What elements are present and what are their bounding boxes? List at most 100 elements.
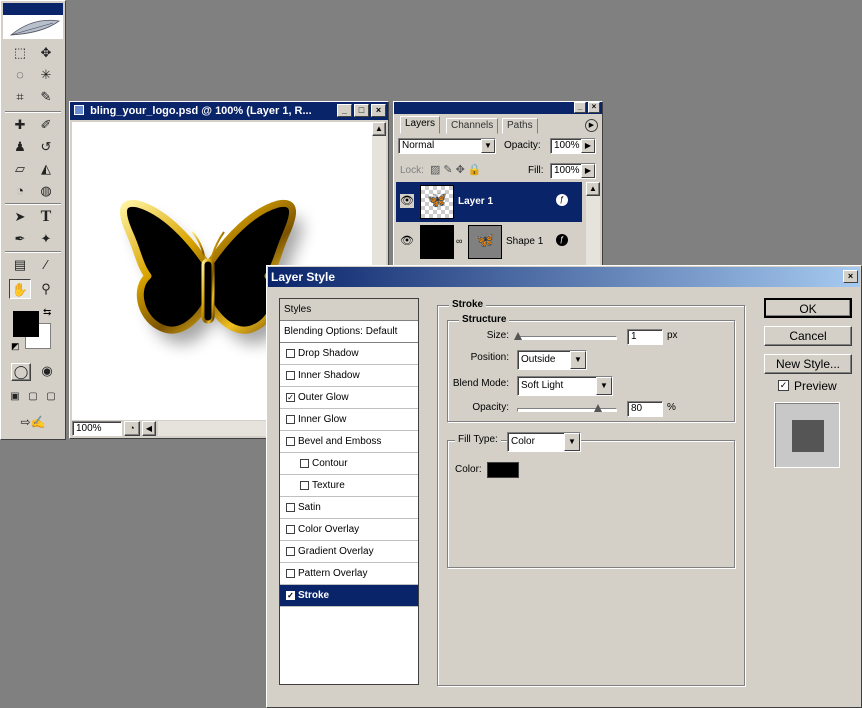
style-item-stroke[interactable]: ✓ Stroke — [280, 585, 418, 607]
layer-opacity-field[interactable]: 100% ▶ — [550, 138, 596, 154]
size-slider-handle[interactable] — [514, 332, 522, 340]
standard-mode-icon[interactable]: ◯ — [11, 363, 31, 381]
dialog-close-button[interactable]: × — [843, 270, 858, 283]
layer-row-layer-1[interactable]: 👁 🦋 Layer 1 ƒ — [396, 182, 582, 222]
brush-tool-icon[interactable]: ✐ — [35, 115, 57, 135]
layers-scrollbar[interactable]: ▲ — [586, 182, 600, 266]
palette-menu-icon[interactable]: ▶ — [585, 119, 598, 132]
position-select[interactable]: Outside ▼ — [517, 350, 587, 370]
crop-tool-icon[interactable]: ⌗ — [9, 87, 31, 107]
jump-to-imageready-icon[interactable]: ⇨✍ — [11, 413, 55, 431]
size-field[interactable]: 1 — [627, 329, 663, 345]
style-item-checkbox[interactable] — [286, 349, 295, 358]
stroke-blend-mode-select[interactable]: Soft Light ▼ — [517, 376, 613, 396]
stroke-opacity-field[interactable]: 80 — [627, 401, 663, 417]
cancel-button[interactable]: Cancel — [764, 326, 852, 346]
palette-minimize-button[interactable]: _ — [574, 102, 586, 113]
style-item-pattern-overlay[interactable]: Pattern Overlay — [280, 563, 418, 585]
paint-bucket-tool-icon[interactable]: ◭ — [35, 159, 57, 179]
document-title-bar[interactable]: bling_your_logo.psd @ 100% (Layer 1, R..… — [70, 102, 388, 120]
eyedropper-tool-icon[interactable]: ⁄ — [35, 255, 57, 275]
opacity-slider[interactable] — [517, 404, 617, 412]
lock-icons[interactable]: ▨✎✥🔒 — [430, 163, 485, 176]
style-item-checkbox[interactable] — [286, 525, 295, 534]
preview-checkbox[interactable]: ✓ — [778, 380, 789, 391]
new-style-button[interactable]: New Style... — [764, 354, 852, 374]
layer-blend-mode-select[interactable]: Normal ▼ — [398, 138, 496, 154]
hand-tool-icon[interactable]: ✋ — [9, 279, 31, 299]
stroke-color-swatch[interactable] — [487, 462, 519, 478]
custom-shape-tool-icon[interactable]: ✦ — [35, 229, 57, 249]
dialog-title-bar[interactable]: Layer Style × — [268, 267, 860, 287]
blur-tool-icon[interactable]: ◔ — [9, 181, 31, 201]
eye-icon[interactable]: 👁 — [400, 194, 414, 208]
default-colors-icon[interactable]: ◩ — [11, 341, 20, 352]
fill-type-select[interactable]: Color ▼ — [507, 432, 581, 452]
style-item-checkbox[interactable]: ✓ — [286, 591, 295, 600]
layer-row-shape-1[interactable]: 👁 ∞ 🦋 Shape 1 ƒ — [396, 222, 582, 262]
marquee-tool-icon[interactable]: ⬚ — [9, 43, 31, 63]
tab-layers[interactable]: Layers — [400, 116, 441, 134]
scroll-up-button[interactable]: ▲ — [372, 122, 386, 136]
style-item-outer-glow[interactable]: ✓ Outer Glow — [280, 387, 418, 409]
zoom-tool-icon[interactable]: ⚲ — [35, 279, 57, 299]
opacity-slider-handle[interactable] — [594, 404, 602, 412]
size-slider[interactable] — [514, 332, 617, 340]
tab-paths[interactable]: Paths — [502, 118, 538, 134]
history-brush-tool-icon[interactable]: ↺ — [35, 137, 57, 157]
layers-palette-title-bar[interactable]: _ × — [394, 102, 602, 114]
screen-mode-full-icon[interactable]: ▢ — [43, 389, 59, 405]
photoshop-logo[interactable] — [3, 3, 63, 39]
style-item-checkbox[interactable] — [286, 503, 295, 512]
styles-header[interactable]: Styles — [280, 299, 418, 321]
blending-options-item[interactable]: Blending Options: Default — [280, 321, 418, 343]
minimize-button[interactable]: _ — [337, 104, 352, 117]
path-selection-tool-icon[interactable]: ➤ — [9, 207, 31, 227]
magic-wand-tool-icon[interactable]: ✳ — [35, 65, 57, 85]
ok-button[interactable]: OK — [764, 298, 852, 318]
style-item-checkbox[interactable] — [286, 371, 295, 380]
dodge-tool-icon[interactable]: ◍ — [35, 181, 57, 201]
slice-tool-icon[interactable]: ✎ — [35, 87, 57, 107]
screen-mode-full-menu-icon[interactable]: ▢ — [25, 389, 41, 405]
eraser-tool-icon[interactable]: ▱ — [9, 159, 31, 179]
pen-tool-icon[interactable]: ✒ — [9, 229, 31, 249]
notes-tool-icon[interactable]: ▤ — [9, 255, 31, 275]
style-item-checkbox[interactable] — [286, 415, 295, 424]
style-item-drop-shadow[interactable]: Drop Shadow — [280, 343, 418, 365]
zoom-level-field[interactable]: 100% — [72, 421, 122, 436]
layer-effects-icon[interactable]: ƒ — [556, 234, 568, 246]
status-menu-icon[interactable]: ◔ — [124, 421, 140, 436]
style-item-gradient-overlay[interactable]: Gradient Overlay — [280, 541, 418, 563]
style-item-checkbox[interactable] — [300, 459, 309, 468]
screen-mode-standard-icon[interactable]: ▣ — [7, 389, 23, 405]
lasso-tool-icon[interactable]: ◌ — [9, 65, 31, 85]
palette-close-button[interactable]: × — [588, 102, 600, 113]
style-item-checkbox[interactable] — [286, 437, 295, 446]
scroll-left-button[interactable]: ◀ — [142, 421, 156, 436]
quick-mask-mode-icon[interactable]: ◉ — [37, 363, 57, 381]
style-item-texture[interactable]: Texture — [280, 475, 418, 497]
style-item-color-overlay[interactable]: Color Overlay — [280, 519, 418, 541]
style-item-satin[interactable]: Satin — [280, 497, 418, 519]
layer-effects-icon[interactable]: ƒ — [556, 194, 568, 206]
swap-colors-icon[interactable]: ⇆ — [43, 307, 51, 318]
move-tool-icon[interactable]: ✥ — [35, 43, 57, 63]
scroll-up-button[interactable]: ▲ — [586, 182, 600, 196]
close-button[interactable]: × — [371, 104, 386, 117]
style-item-checkbox[interactable]: ✓ — [286, 393, 295, 402]
style-item-bevel-and-emboss[interactable]: Bevel and Emboss — [280, 431, 418, 453]
style-item-inner-shadow[interactable]: Inner Shadow — [280, 365, 418, 387]
style-item-inner-glow[interactable]: Inner Glow — [280, 409, 418, 431]
clone-stamp-tool-icon[interactable]: ♟ — [9, 137, 31, 157]
healing-brush-tool-icon[interactable]: ✚ — [9, 115, 31, 135]
style-item-checkbox[interactable] — [300, 481, 309, 490]
style-item-checkbox[interactable] — [286, 547, 295, 556]
layer-fill-field[interactable]: 100% ▶ — [550, 163, 596, 179]
maximize-button[interactable]: □ — [354, 104, 369, 117]
style-item-checkbox[interactable] — [286, 569, 295, 578]
style-item-contour[interactable]: Contour — [280, 453, 418, 475]
eye-icon[interactable]: 👁 — [400, 234, 414, 248]
tab-channels[interactable]: Channels — [446, 118, 499, 134]
type-tool-icon[interactable]: T — [35, 207, 57, 227]
